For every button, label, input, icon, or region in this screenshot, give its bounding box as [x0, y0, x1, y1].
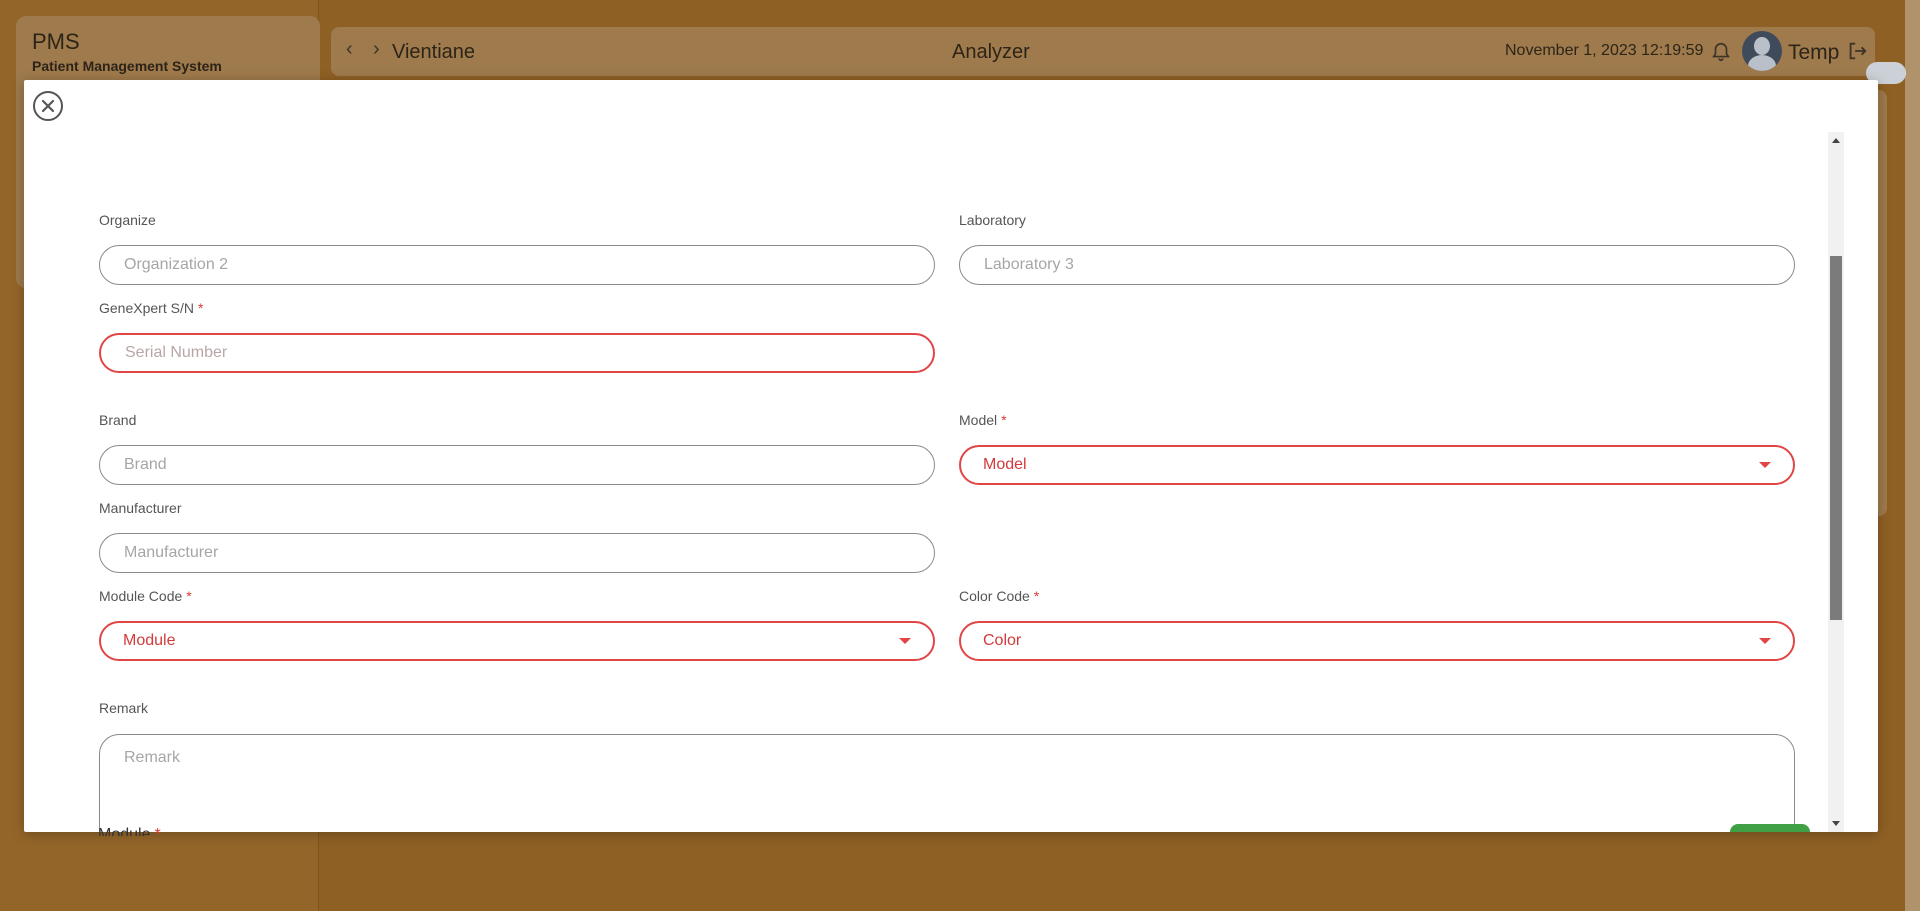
brand-title: PMS: [32, 29, 80, 54]
back-arrow-icon[interactable]: ‹: [346, 38, 353, 61]
organize-label: Organize: [99, 212, 156, 228]
scroll-up-icon[interactable]: [1832, 138, 1840, 143]
bell-icon[interactable]: [1710, 39, 1732, 65]
add-module-button[interactable]: [1730, 824, 1810, 832]
organize-input[interactable]: [122, 255, 912, 275]
forward-arrow-icon[interactable]: ›: [373, 38, 380, 61]
module-code-select[interactable]: Module: [99, 621, 935, 661]
model-label: Model *: [959, 412, 1007, 428]
datetime-display: November 1, 2023 12:19:59: [1505, 42, 1704, 59]
required-marker: *: [1033, 588, 1040, 604]
remark-textarea[interactable]: [122, 747, 1776, 832]
color-code-label: Color Code *: [959, 588, 1039, 604]
brand-label: Brand: [99, 412, 137, 428]
model-select-value: Model: [983, 456, 1027, 473]
serial-number-input[interactable]: [123, 343, 911, 363]
chevron-down-icon: [1759, 638, 1771, 644]
serial-number-label-text: GeneXpert S/N: [99, 300, 194, 316]
module-code-label-text: Module Code: [99, 588, 183, 604]
chevron-down-icon: [1759, 462, 1771, 468]
color-code-label-text: Color Code: [959, 588, 1030, 604]
close-button[interactable]: [33, 91, 63, 121]
color-code-select-value: Color: [983, 632, 1022, 649]
page-scrollbar[interactable]: [1905, 0, 1920, 911]
required-marker: *: [1001, 412, 1007, 428]
scrollbar-thumb[interactable]: [1830, 256, 1842, 620]
laboratory-input[interactable]: [982, 255, 1772, 275]
manufacturer-label: Manufacturer: [99, 500, 182, 516]
module-code-select-value: Module: [123, 632, 176, 649]
page-title: Analyzer: [952, 41, 1030, 63]
manufacturer-input[interactable]: [122, 543, 912, 563]
scroll-down-icon[interactable]: [1832, 821, 1840, 826]
remark-label: Remark: [99, 700, 149, 716]
remark-field[interactable]: [99, 734, 1795, 832]
color-code-select[interactable]: Color: [959, 621, 1795, 661]
close-icon: [41, 99, 55, 113]
avatar[interactable]: [1742, 31, 1782, 71]
manufacturer-field[interactable]: [99, 533, 935, 573]
brand-field[interactable]: [99, 445, 935, 485]
logout-icon[interactable]: [1846, 40, 1868, 62]
required-marker: *: [197, 300, 204, 316]
location-title: Vientiane: [392, 41, 476, 63]
module-code-label: Module Code *: [99, 588, 192, 604]
user-name: Temp: [1788, 41, 1840, 64]
required-marker: *: [186, 588, 192, 604]
serial-number-label: GeneXpert S/N *: [99, 300, 203, 316]
serial-number-field[interactable]: [99, 333, 935, 373]
organize-field[interactable]: [99, 245, 935, 285]
chevron-down-icon: [899, 638, 911, 644]
modal-scrollbar[interactable]: [1828, 132, 1844, 832]
form-body: Organize Laboratory GeneXpert S/N* Brand…: [24, 132, 1844, 832]
model-select[interactable]: Model: [959, 445, 1795, 485]
analyzer-modal: Organize Laboratory GeneXpert S/N* Brand…: [24, 80, 1878, 836]
laboratory-field[interactable]: [959, 245, 1795, 285]
brand-subtitle: Patient Management System: [32, 58, 222, 74]
brand-input[interactable]: [122, 455, 912, 475]
model-label-text: Model: [959, 412, 998, 428]
laboratory-label: Laboratory: [959, 212, 1026, 228]
